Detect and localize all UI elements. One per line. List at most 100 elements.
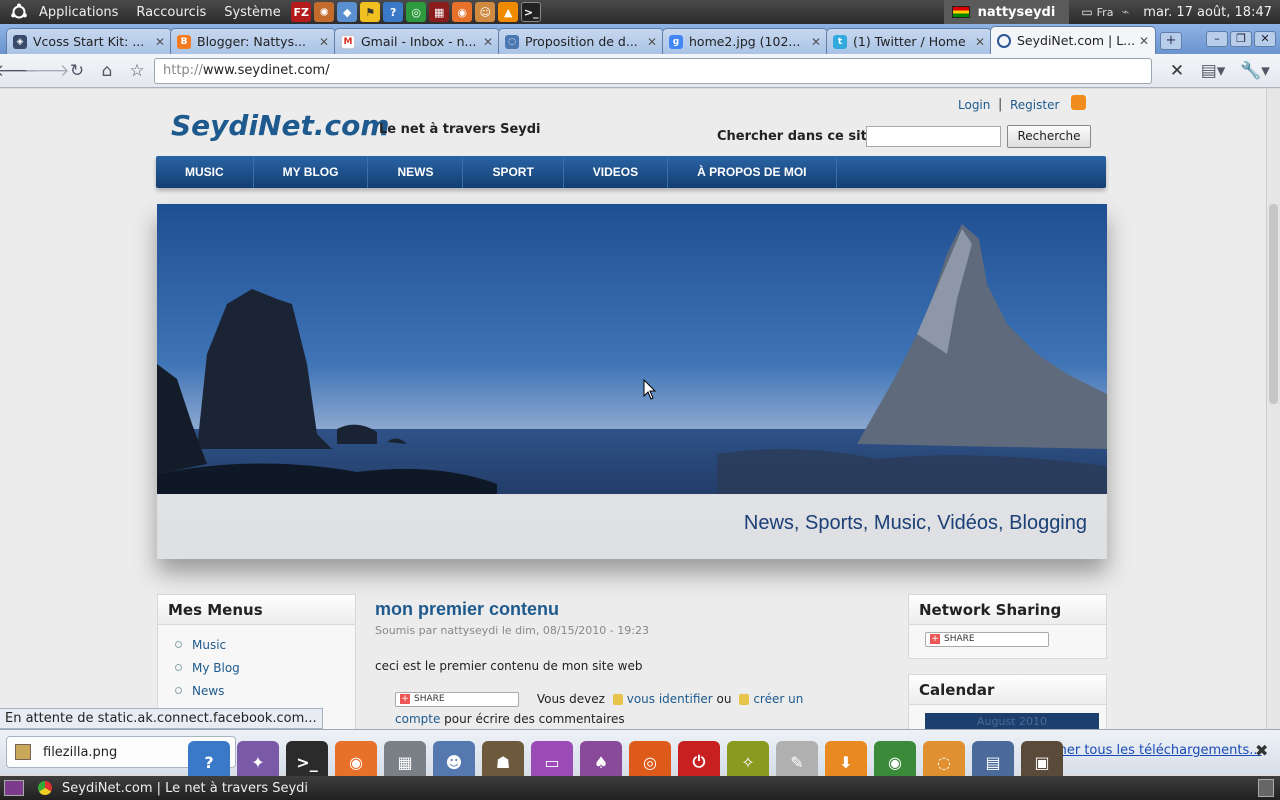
- nav-videos[interactable]: VIDEOS: [564, 156, 669, 188]
- show-desktop-icon[interactable]: [4, 780, 24, 796]
- nav-about-me[interactable]: À PROPOS DE MOI: [668, 156, 837, 188]
- dropbox-launcher-icon[interactable]: ◆: [337, 2, 358, 22]
- sidebar-item-label: Music: [192, 637, 227, 652]
- sidebar-item-news[interactable]: News: [175, 679, 355, 702]
- tab-proposition[interactable]: ◌ Proposition de d... ✕: [498, 28, 664, 54]
- close-download-shelf-icon[interactable]: ✖: [1255, 741, 1268, 760]
- help-launcher-icon[interactable]: ?: [383, 2, 404, 22]
- page-menu-icon[interactable]: ▤▾: [1194, 58, 1232, 84]
- user-switcher[interactable]: nattyseydi: [943, 0, 1070, 24]
- sidebar-item-my-blog[interactable]: My Blog: [175, 656, 355, 679]
- site-name[interactable]: SeydiNet.com: [171, 109, 390, 142]
- tab-title: (1) Twitter / Home: [853, 34, 966, 49]
- register-link[interactable]: Register: [1010, 98, 1059, 112]
- terminal-launcher-icon[interactable]: >_: [521, 2, 542, 22]
- tab-title: Vcoss Start Kit: ...: [33, 34, 145, 49]
- network-icon[interactable]: ⌁: [1121, 5, 1129, 20]
- login-to-comment-link[interactable]: vous identifier: [627, 692, 713, 706]
- clock[interactable]: mar. 17 août, 18:47: [1143, 5, 1272, 20]
- tab-title: Gmail - Inbox - n...: [361, 34, 477, 49]
- chrome-launcher-icon[interactable]: ◎: [406, 2, 427, 22]
- ubuntu-software-launcher-icon[interactable]: ✺: [314, 2, 335, 22]
- applications-menu[interactable]: Applications: [30, 5, 127, 20]
- tab-twitter[interactable]: t (1) Twitter / Home ✕: [826, 28, 992, 54]
- main-content: mon premier contenu Soumis par nattyseyd…: [375, 599, 815, 729]
- maximize-window-button[interactable]: ❐: [1230, 31, 1252, 47]
- close-window-button[interactable]: ✕: [1254, 31, 1276, 47]
- taskbar-window-button[interactable]: SeydiNet.com | Le net à travers Seydi: [38, 781, 308, 796]
- tab-gmail[interactable]: M Gmail - Inbox - n... ✕: [334, 28, 500, 54]
- close-tab-icon[interactable]: ✕: [975, 35, 985, 49]
- search-button[interactable]: Recherche: [1007, 125, 1091, 148]
- stop-loading-icon[interactable]: ✕: [1164, 58, 1190, 84]
- image-file-icon: [15, 744, 31, 760]
- scrollbar-thumb[interactable]: [1269, 204, 1278, 404]
- url-host: www.seydinet.com/: [202, 63, 330, 78]
- browser-toolbar: 🡐 🡒 ↻ ⌂ ☆ http://www.seydinet.com/ ✕ ▤▾ …: [0, 54, 1280, 88]
- address-bar[interactable]: http://www.seydinet.com/: [154, 57, 1152, 84]
- firefox-launcher-icon[interactable]: ◉: [452, 2, 473, 22]
- close-tab-icon[interactable]: ✕: [1139, 34, 1149, 48]
- share-label: SHARE: [944, 634, 975, 644]
- post-links: + SHARE Vous devez vous identifier ou cré…: [375, 689, 815, 729]
- trash-icon[interactable]: [1258, 779, 1274, 797]
- network-share-button[interactable]: + SHARE: [925, 632, 1049, 647]
- sidebar-menu-list: Music My Blog News: [158, 625, 355, 702]
- new-tab-button[interactable]: +: [1160, 32, 1182, 50]
- post-title[interactable]: mon premier contenu: [375, 599, 815, 620]
- plus-icon: +: [400, 694, 410, 704]
- tab-blogger[interactable]: B Blogger: Nattys... ✕: [170, 28, 336, 54]
- close-tab-icon[interactable]: ✕: [155, 35, 165, 49]
- post-comments-text: pour écrire des commentaires: [444, 712, 625, 726]
- banner-caption: News, Sports, Music, Vidéos, Blogging: [743, 512, 1087, 534]
- share-button[interactable]: + SHARE: [395, 692, 519, 707]
- network-launcher-icon[interactable]: ⚑: [360, 2, 381, 22]
- calendar-month[interactable]: August 2010: [925, 713, 1099, 729]
- forward-icon[interactable]: 🡒: [24, 58, 70, 84]
- tab-home2-jpg[interactable]: g home2.jpg (102... ✕: [662, 28, 828, 54]
- username: nattyseydi: [977, 4, 1056, 20]
- nav-sport[interactable]: SPORT: [463, 156, 564, 188]
- close-tab-icon[interactable]: ✕: [319, 35, 329, 49]
- nav-news[interactable]: NEWS: [368, 156, 464, 188]
- tab-seydinet[interactable]: SeydiNet.com | L... ✕: [990, 26, 1156, 54]
- close-tab-icon[interactable]: ✕: [483, 35, 493, 49]
- ubuntu-logo-icon[interactable]: [8, 1, 30, 23]
- page-scrollbar[interactable]: [1266, 89, 1280, 729]
- search-label: Chercher dans ce site :: [717, 129, 886, 144]
- chrome-icon: [38, 781, 52, 795]
- tab-title: home2.jpg (102...: [689, 34, 801, 49]
- nav-music[interactable]: MUSIC: [156, 156, 254, 188]
- gmail-favicon-icon: M: [341, 34, 355, 49]
- tab-vcoss[interactable]: ◈ Vcoss Start Kit: ... ✕: [6, 28, 172, 54]
- contacts-launcher-icon[interactable]: ☺: [475, 2, 496, 22]
- keyboard-layout[interactable]: Fra: [1097, 6, 1114, 19]
- keyboard-layout-icon[interactable]: ▭: [1081, 5, 1092, 19]
- search-input[interactable]: [866, 126, 1001, 147]
- bookmark-star-icon[interactable]: ☆: [124, 58, 150, 84]
- login-link[interactable]: Login: [958, 98, 990, 112]
- home-icon[interactable]: ⌂: [94, 58, 120, 84]
- sidebar-item-music[interactable]: Music: [175, 633, 355, 656]
- minimize-window-button[interactable]: –: [1206, 31, 1228, 47]
- close-tab-icon[interactable]: ✕: [811, 35, 821, 49]
- calendar-title: Calendar: [909, 675, 1106, 705]
- wrench-menu-icon[interactable]: 🔧▾: [1236, 58, 1274, 84]
- tab-strip: ◈ Vcoss Start Kit: ... ✕ B Blogger: Nattys.…: [0, 24, 1280, 54]
- vlc-launcher-icon[interactable]: ▲: [498, 2, 519, 22]
- bottom-panel: SeydiNet.com | Le net à travers Seydi: [0, 776, 1280, 800]
- rss-feed-icon[interactable]: [1071, 95, 1086, 110]
- network-sharing-block: Network Sharing + SHARE: [908, 594, 1107, 659]
- sidebar-item-label: News: [192, 683, 225, 698]
- close-tab-icon[interactable]: ✕: [647, 35, 657, 49]
- places-menu[interactable]: Raccourcis: [127, 5, 215, 20]
- filezilla-launcher-icon[interactable]: FZ: [291, 2, 312, 22]
- google-favicon-icon: g: [669, 34, 683, 49]
- lock-icon: [612, 694, 623, 705]
- calendar-block: Calendar August 2010: [908, 674, 1107, 729]
- reload-icon[interactable]: ↻: [64, 58, 90, 84]
- monitor-launcher-icon[interactable]: ▦: [429, 2, 450, 22]
- nav-my-blog[interactable]: MY BLOG: [254, 156, 369, 188]
- bullet-icon: [175, 664, 182, 671]
- system-menu[interactable]: Système: [215, 5, 289, 20]
